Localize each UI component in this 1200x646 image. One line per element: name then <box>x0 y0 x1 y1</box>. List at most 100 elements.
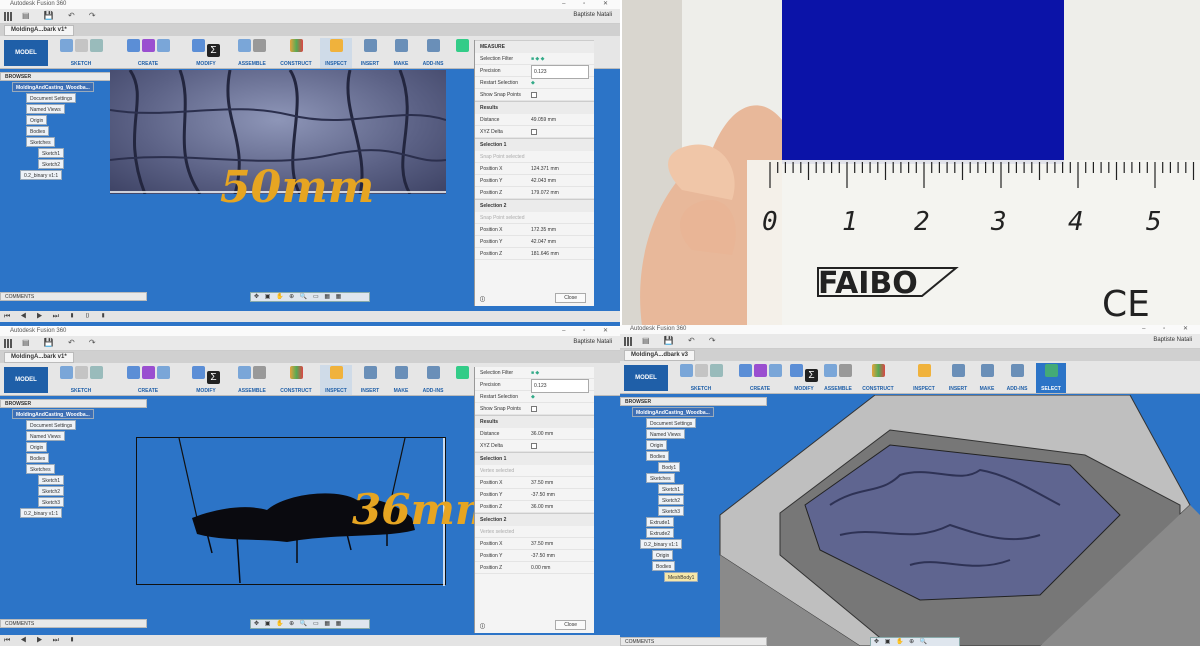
browser-item-document-settings[interactable]: Document Settings <box>646 418 697 428</box>
apps-grid-icon[interactable] <box>4 339 13 348</box>
timeline[interactable]: ⏮ ◀ ▶ ⏭ ▮ <box>0 635 620 646</box>
browser-item-body1[interactable]: Body1 <box>658 462 681 472</box>
workspace-switcher[interactable]: MODEL <box>4 367 48 393</box>
addins-group[interactable]: ADD-INS <box>418 38 448 68</box>
user-name[interactable]: Baptiste Natali <box>573 12 612 18</box>
document-tab[interactable]: MoldingA...bark v1* <box>4 25 74 36</box>
selection2-section[interactable]: Selection 2 <box>475 199 594 212</box>
mold-box-view[interactable] <box>710 394 1200 646</box>
make-group[interactable]: MAKE <box>388 365 414 395</box>
modify-group[interactable]: Σ MODIFY <box>186 38 226 68</box>
restart-icon[interactable]: ◆ <box>531 391 535 403</box>
restart-icon[interactable]: ◆ <box>531 77 535 89</box>
insert-group[interactable]: INSERT <box>356 365 384 395</box>
timeline[interactable]: ⏮ ◀ ▶ ⏭ ▮ ▯ ▮ <box>0 311 620 322</box>
comments-panel[interactable]: COMMENTS <box>0 619 147 628</box>
snap-points-checkbox[interactable] <box>531 406 537 412</box>
browser-item-bodies[interactable]: Bodies <box>646 451 670 461</box>
browser-item-sketch1[interactable]: Sketch1 <box>38 475 65 485</box>
modify-group[interactable]: Σ MODIFY <box>186 365 226 395</box>
browser-item-sketches[interactable]: Sketches <box>26 464 55 474</box>
document-tab[interactable]: MoldingA...dbark v3 <box>624 350 696 361</box>
browser-root-item[interactable]: MoldingAndCasting_Woodba... <box>632 407 714 417</box>
window-controls[interactable]: – ▫ ✕ <box>562 0 616 9</box>
make-group[interactable]: MAKE <box>388 38 414 68</box>
construct-group[interactable]: CONSTRUCT <box>860 363 896 393</box>
assemble-group[interactable]: ASSEMBLE <box>816 363 860 393</box>
browser-item-named-views[interactable]: Named Views <box>26 431 65 441</box>
browser-item-mesh-import[interactable]: 0.2_binary v1:1 <box>640 539 683 549</box>
browser-item-sketch2[interactable]: Sketch2 <box>658 495 685 505</box>
browser-item-origin[interactable]: Origin <box>646 440 668 450</box>
browser-item-sketch3[interactable]: Sketch3 <box>658 506 685 516</box>
select-group[interactable] <box>452 38 472 68</box>
browser-item-sketches[interactable]: Sketches <box>646 473 675 483</box>
browser-item-document-settings[interactable]: Document Settings <box>26 93 77 103</box>
browser-root-item[interactable]: MoldingAndCasting_Woodba... <box>12 409 94 419</box>
user-name[interactable]: Baptiste Natali <box>573 339 612 345</box>
construct-group[interactable]: CONSTRUCT <box>278 365 314 395</box>
insert-group[interactable]: INSERT <box>356 38 384 68</box>
assemble-group[interactable]: ASSEMBLE <box>230 365 274 395</box>
navigation-bar[interactable]: ✥ ▣ ✋ ⊕ 🔍 ▭ ▦ ▦ <box>250 292 370 302</box>
user-name[interactable]: Baptiste Natali <box>1153 337 1192 343</box>
browser-item-document-settings[interactable]: Document Settings <box>26 420 77 430</box>
xyz-delta-checkbox[interactable] <box>531 443 537 449</box>
window-controls[interactable]: – ▫ ✕ <box>1142 325 1196 334</box>
create-group[interactable]: CREATE <box>118 365 178 395</box>
sketch-group[interactable]: SKETCH <box>56 38 106 68</box>
selection-filter-icons[interactable]: ■ ◆ <box>531 367 539 379</box>
selection2-section[interactable]: Selection 2 <box>475 513 594 526</box>
make-group[interactable]: MAKE <box>974 363 1000 393</box>
apps-grid-icon[interactable] <box>4 12 13 21</box>
close-button[interactable]: Close <box>555 620 586 630</box>
inspect-group[interactable]: INSPECT <box>320 365 352 395</box>
addins-group[interactable]: ADD-INS <box>418 365 448 395</box>
addins-group[interactable]: ADD-INS <box>1002 363 1032 393</box>
browser-item-mesh-import[interactable]: 0.2_binary v1:1 <box>20 170 63 180</box>
insert-group[interactable]: INSERT <box>944 363 972 393</box>
browser-root-item[interactable]: MoldingAndCasting_Woodba... <box>12 82 94 92</box>
inspect-group[interactable]: INSPECT <box>320 38 352 68</box>
browser-item-sketches[interactable]: Sketches <box>26 137 55 147</box>
quick-access-icons[interactable]: ▤ 💾 ↶ ↷ <box>22 338 102 347</box>
info-icon[interactable]: ⓘ <box>480 623 485 630</box>
browser-item-bodies[interactable]: Bodies <box>26 453 50 463</box>
comments-panel[interactable]: COMMENTS <box>0 292 147 301</box>
comments-panel[interactable]: COMMENTS <box>620 637 767 646</box>
browser-item-origin[interactable]: Origin <box>26 115 48 125</box>
snap-points-checkbox[interactable] <box>531 92 537 98</box>
construct-group[interactable]: CONSTRUCT <box>278 38 314 68</box>
info-icon[interactable]: ⓘ <box>480 296 485 303</box>
select-group[interactable] <box>452 365 472 395</box>
browser-title[interactable]: BROWSER <box>0 399 147 408</box>
browser-item-meshbody1[interactable]: MeshBody1 <box>664 572 699 582</box>
selection1-section[interactable]: Selection 1 <box>475 138 594 151</box>
browser-item-extrude1[interactable]: Extrude1 <box>646 517 675 527</box>
selection1-section[interactable]: Selection 1 <box>475 452 594 465</box>
browser-item-sketch2[interactable]: Sketch2 <box>38 486 65 496</box>
sketch-group[interactable]: SKETCH <box>56 365 106 395</box>
results-section[interactable]: Results <box>475 415 594 428</box>
create-group[interactable]: CREATE <box>118 38 178 68</box>
close-button[interactable]: Close <box>555 293 586 303</box>
browser-item-mesh-bodies[interactable]: Bodies <box>652 561 676 571</box>
browser-item-mesh-origin[interactable]: Origin <box>652 550 674 560</box>
browser-item-sketch2[interactable]: Sketch2 <box>38 159 65 169</box>
document-tab[interactable]: MoldingA...bark v1* <box>4 352 74 363</box>
workspace-switcher[interactable]: MODEL <box>4 40 48 66</box>
assemble-group[interactable]: ASSEMBLE <box>230 38 274 68</box>
navigation-bar[interactable]: ✥ ▣ ✋ ⊕ 🔍 ▭ ▦ ▦ <box>250 619 370 629</box>
browser-item-named-views[interactable]: Named Views <box>26 104 65 114</box>
browser-item-bodies[interactable]: Bodies <box>26 126 50 136</box>
browser-item-sketch1[interactable]: Sketch1 <box>38 148 65 158</box>
browser-title[interactable]: BROWSER <box>620 397 767 406</box>
apps-grid-icon[interactable] <box>624 337 633 346</box>
quick-access-icons[interactable]: ▤ 💾 ↶ ↷ <box>642 336 722 345</box>
sketch-group[interactable]: SKETCH <box>676 363 726 393</box>
inspect-group[interactable]: INSPECT <box>906 363 942 393</box>
browser-item-extrude2[interactable]: Extrude2 <box>646 528 675 538</box>
navigation-bar[interactable]: ✥ ▣ ✋ ⊕ 🔍 <box>870 637 960 646</box>
browser-item-origin[interactable]: Origin <box>26 442 48 452</box>
selection-filter-icons[interactable]: ■ ◆ ◆ <box>531 53 545 65</box>
